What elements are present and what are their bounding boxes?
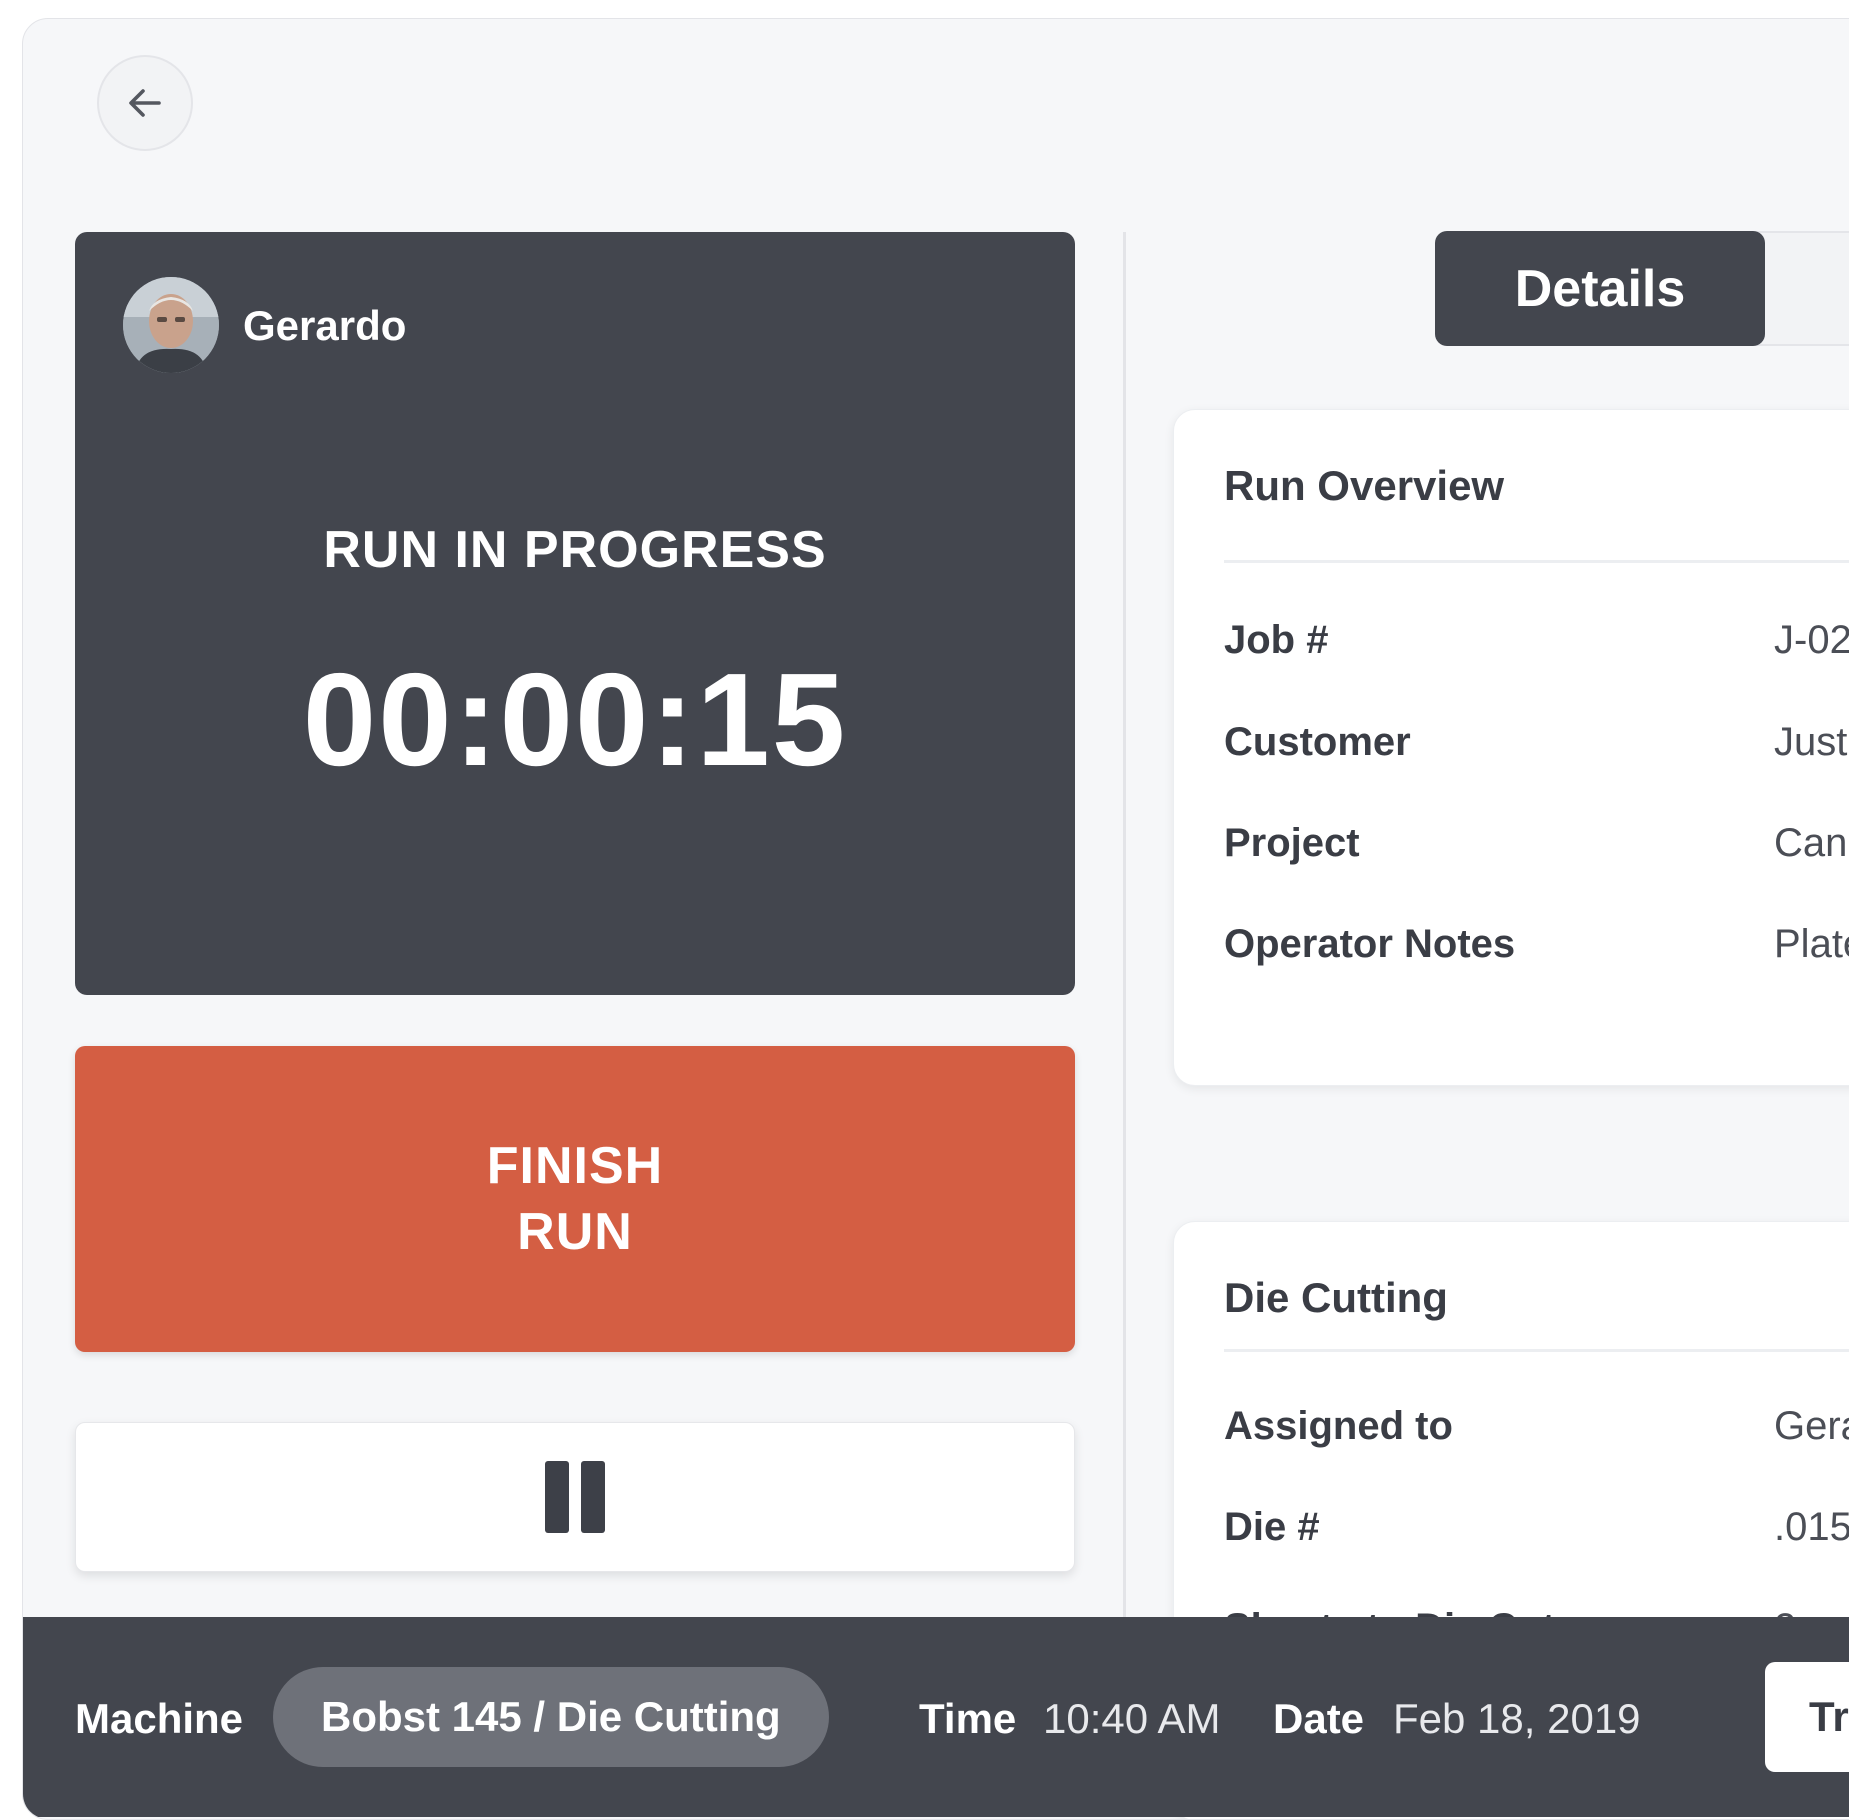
arrow-left-icon bbox=[129, 89, 161, 117]
customer-value: Just bbox=[1774, 720, 1848, 764]
job-number-label: Job # bbox=[1224, 618, 1329, 662]
run-timer-card: Gerardo RUN IN PROGRESS 00:00:15 bbox=[75, 232, 1075, 995]
pause-icon bbox=[539, 1461, 611, 1533]
operator-notes-value: Plate bbox=[1774, 922, 1849, 966]
project-value: Can bbox=[1774, 821, 1848, 865]
time-value: 10:40 AM bbox=[1043, 1695, 1221, 1742]
project-label: Project bbox=[1224, 821, 1360, 865]
pause-button[interactable] bbox=[75, 1422, 1075, 1572]
date-value: Feb 18, 2019 bbox=[1393, 1695, 1641, 1742]
tab-details[interactable]: Details bbox=[1435, 231, 1765, 346]
date-label: Date bbox=[1273, 1695, 1365, 1742]
machine-selector[interactable]: Bobst 145 / Die Cutting bbox=[273, 1667, 829, 1767]
finish-run-button[interactable]: FINISH RUN bbox=[75, 1046, 1075, 1352]
panel-title: Run Overview bbox=[1224, 462, 1505, 509]
divider bbox=[1224, 560, 1849, 563]
column-divider bbox=[1123, 232, 1126, 1632]
machine-label: Machine bbox=[75, 1695, 244, 1742]
right-action-button[interactable]: Tr bbox=[1765, 1662, 1849, 1772]
finish-run-label-line1: FINISH bbox=[486, 1137, 664, 1195]
elapsed-timer: 00:00:15 bbox=[302, 646, 848, 793]
run-status: RUN IN PROGRESS bbox=[323, 521, 827, 579]
customer-label: Customer bbox=[1224, 720, 1411, 764]
operator-notes-label: Operator Notes bbox=[1224, 922, 1516, 966]
panel-title: Die Cutting bbox=[1224, 1274, 1448, 1321]
app-window: Gerardo RUN IN PROGRESS 00:00:15 FINISH … bbox=[22, 18, 1849, 1820]
die-number-value: .015 bbox=[1774, 1505, 1849, 1549]
status-bar: Machine Bobst 145 / Die Cutting Time 10:… bbox=[23, 1617, 1849, 1817]
finish-run-label-line2: RUN bbox=[517, 1203, 633, 1261]
operator-name: Gerardo bbox=[243, 302, 407, 349]
assigned-to-label: Assigned to bbox=[1224, 1404, 1453, 1448]
assigned-to-value: Gera bbox=[1774, 1404, 1849, 1448]
divider bbox=[1224, 1349, 1849, 1352]
run-overview-panel: Run Overview Job # J-02 Customer Just Pr… bbox=[1173, 409, 1849, 1086]
job-number-value: J-02 bbox=[1774, 618, 1849, 662]
time-label: Time bbox=[919, 1695, 1017, 1742]
avatar bbox=[123, 277, 219, 373]
back-button[interactable] bbox=[97, 55, 193, 151]
die-number-label: Die # bbox=[1224, 1505, 1320, 1549]
